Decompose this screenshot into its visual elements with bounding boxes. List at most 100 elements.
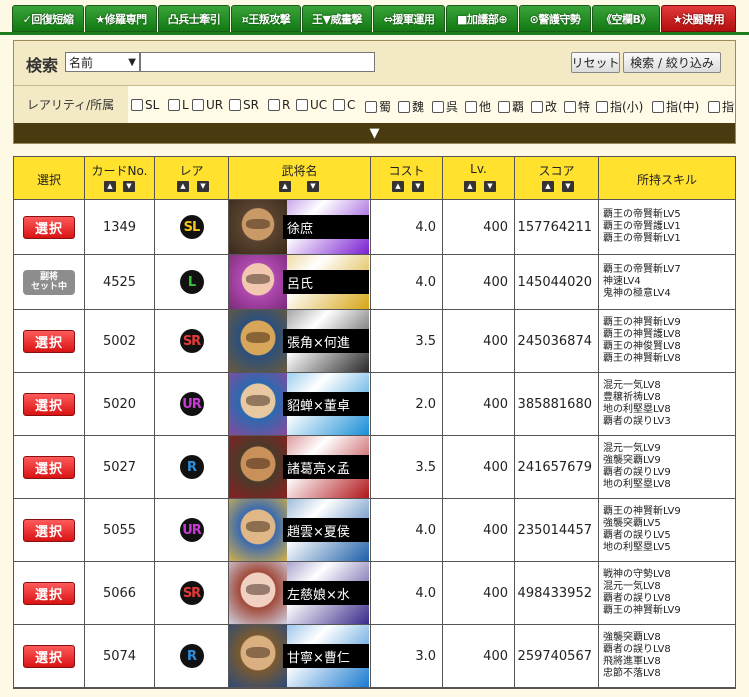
sort-asc-icon[interactable]: ▲	[464, 181, 476, 192]
skills-cell: 覇王の神賢斬LV9 強襲突覇LV5 覇者の誤りLV5 地の利堅塁LV5	[599, 499, 735, 561]
search-row: 検索 名前 ▼ リセット 検索 / 絞り込み	[14, 41, 735, 85]
general-face-icon	[229, 200, 287, 254]
portrait-image: 貂蝉×董卓	[229, 373, 369, 435]
rarity-badge: UR	[179, 518, 204, 542]
search-button[interactable]: 検索 / 絞り込み	[623, 52, 721, 73]
general-face-icon	[229, 373, 287, 435]
search-input[interactable]	[140, 52, 375, 72]
search-field-value: 名前	[69, 55, 94, 70]
skill-item: 覇王の神賢斬LV9	[603, 605, 681, 616]
sort-desc-icon[interactable]: ▼	[562, 181, 574, 192]
sort-desc-icon[interactable]: ▼	[412, 181, 424, 192]
checkbox-box[interactable]	[365, 100, 377, 113]
filter-checkbox[interactable]: R	[268, 98, 290, 112]
search-field-select[interactable]: 名前 ▼	[65, 52, 140, 72]
checkbox-box[interactable]	[708, 100, 720, 113]
card-no-cell: 5020	[85, 373, 155, 435]
checkbox-box[interactable]	[465, 100, 477, 113]
tab-5[interactable]: 王▼威畫撃	[302, 5, 372, 32]
filter-checkbox[interactable]: 蜀	[365, 98, 391, 115]
checkbox-box[interactable]	[333, 99, 345, 111]
tab-1[interactable]: ✓回復短縮	[12, 5, 84, 32]
checkbox-box[interactable]	[596, 100, 608, 113]
rarity-cell: UR	[155, 373, 229, 435]
filter-checkbox-label: 特	[578, 100, 591, 114]
expand-toggle[interactable]: ▼	[14, 123, 735, 143]
skill-item: 強襲突覇LV9	[603, 455, 661, 466]
filter-checkbox-label: 指	[722, 100, 735, 114]
sort-asc-icon[interactable]: ▲	[392, 181, 404, 192]
filter-checkbox[interactable]: UR	[192, 98, 223, 112]
sort-desc-icon[interactable]: ▼	[123, 181, 135, 192]
skill-item: 覇者の誤りLV3	[603, 416, 671, 427]
checkbox-box[interactable]	[131, 99, 143, 111]
checkbox-box[interactable]	[229, 99, 241, 111]
rarity-badge: UR	[179, 392, 204, 416]
filter-checkbox[interactable]: 魏	[398, 98, 424, 115]
chevron-down-icon: ▼	[128, 56, 136, 68]
skill-item: 地の利堅塁LV8	[603, 479, 671, 490]
general-face-icon	[229, 562, 287, 624]
sort-asc-icon[interactable]: ▲	[177, 181, 189, 192]
checkbox-box[interactable]	[531, 100, 543, 113]
reset-button[interactable]: リセット	[571, 52, 620, 73]
filter-checkbox-label: 魏	[412, 100, 425, 114]
tab-3[interactable]: 凸兵士牽引	[158, 5, 230, 32]
general-name: 左慈娘×水	[283, 581, 369, 605]
select-button[interactable]: 選択	[23, 581, 75, 605]
tab-2[interactable]: ★修羅専門	[85, 5, 157, 32]
filter-checkbox[interactable]: SR	[229, 98, 259, 112]
filter-checkbox[interactable]: 他	[465, 98, 491, 115]
sort-desc-icon[interactable]: ▼	[484, 181, 496, 192]
checkbox-box[interactable]	[432, 100, 444, 113]
tab-7[interactable]: ■加護部⊕	[446, 5, 518, 32]
general-name: 徐庶	[283, 215, 369, 239]
checkbox-box[interactable]	[398, 100, 410, 113]
general-name-cell: 趙雲×夏侯	[229, 499, 371, 561]
general-name: 張角×何進	[283, 329, 369, 353]
header-lv: Lv. ▲ ▼	[443, 157, 515, 199]
sort-asc-icon[interactable]: ▲	[542, 181, 554, 192]
sort-desc-icon[interactable]: ▼	[197, 181, 209, 192]
tab-8[interactable]: ⊙警護守勢	[519, 5, 591, 32]
checkbox-box[interactable]	[296, 99, 308, 111]
checkbox-box[interactable]	[192, 99, 204, 111]
filter-checkbox[interactable]: 呉	[432, 98, 458, 115]
tab-9[interactable]: 《空欄B》	[592, 5, 660, 32]
tab-4[interactable]: ¤王叛攻撃	[231, 5, 301, 32]
filter-checkbox[interactable]: 指(小)	[596, 98, 643, 115]
select-button[interactable]: 選択	[23, 644, 75, 668]
skills-cell: 覇王の神賢斬LV9 覇王の神賢護LV8 覇王の神俊賢LV8 覇王の神賢斬LV8	[599, 310, 735, 372]
filter-checkbox-label: UR	[206, 98, 224, 112]
filter-checkbox[interactable]: SL	[131, 98, 159, 112]
filter-checkbox[interactable]: 指(中)	[652, 98, 699, 115]
tab-6[interactable]: ⇔援軍運用	[373, 5, 445, 32]
checkbox-box[interactable]	[564, 100, 576, 113]
select-button[interactable]: 選択	[23, 329, 75, 353]
filter-checkbox[interactable]: 特	[564, 98, 590, 115]
checkbox-box[interactable]	[652, 100, 664, 113]
select-button[interactable]: 選択	[23, 518, 75, 542]
checkbox-box[interactable]	[168, 99, 180, 111]
tab-10[interactable]: ★決闘専用	[661, 5, 736, 32]
filter-checkbox[interactable]: C	[333, 98, 355, 112]
checkbox-box[interactable]	[498, 100, 510, 113]
badge-text: セット中	[30, 282, 67, 292]
checkbox-box[interactable]	[268, 99, 280, 111]
skill-item: 忠節不落LV8	[603, 668, 661, 679]
select-button[interactable]: 選択	[23, 392, 75, 416]
sort-asc-icon[interactable]: ▲	[104, 181, 116, 192]
filter-checkbox[interactable]: UC	[296, 98, 327, 112]
filter-checkbox[interactable]: L	[168, 98, 189, 112]
table-row: 選択 5020 UR 貂蝉×董卓 2.0 400 385881680 混元一気LV8 豊穣祈祷L…	[14, 373, 735, 436]
general-name-cell: 甘寧×曹仁	[229, 625, 371, 687]
rarity-cell: SR	[155, 562, 229, 624]
sort-asc-icon[interactable]: ▲	[279, 181, 291, 192]
select-button[interactable]: 選択	[23, 215, 75, 239]
filter-checkbox[interactable]: 覇	[498, 98, 524, 115]
select-button[interactable]: 選択	[23, 455, 75, 479]
sort-desc-icon[interactable]: ▼	[307, 181, 319, 192]
filter-checkbox[interactable]: 改	[531, 98, 557, 115]
level-cell: 400	[443, 625, 515, 687]
filter-checkbox[interactable]: 指	[708, 98, 734, 115]
